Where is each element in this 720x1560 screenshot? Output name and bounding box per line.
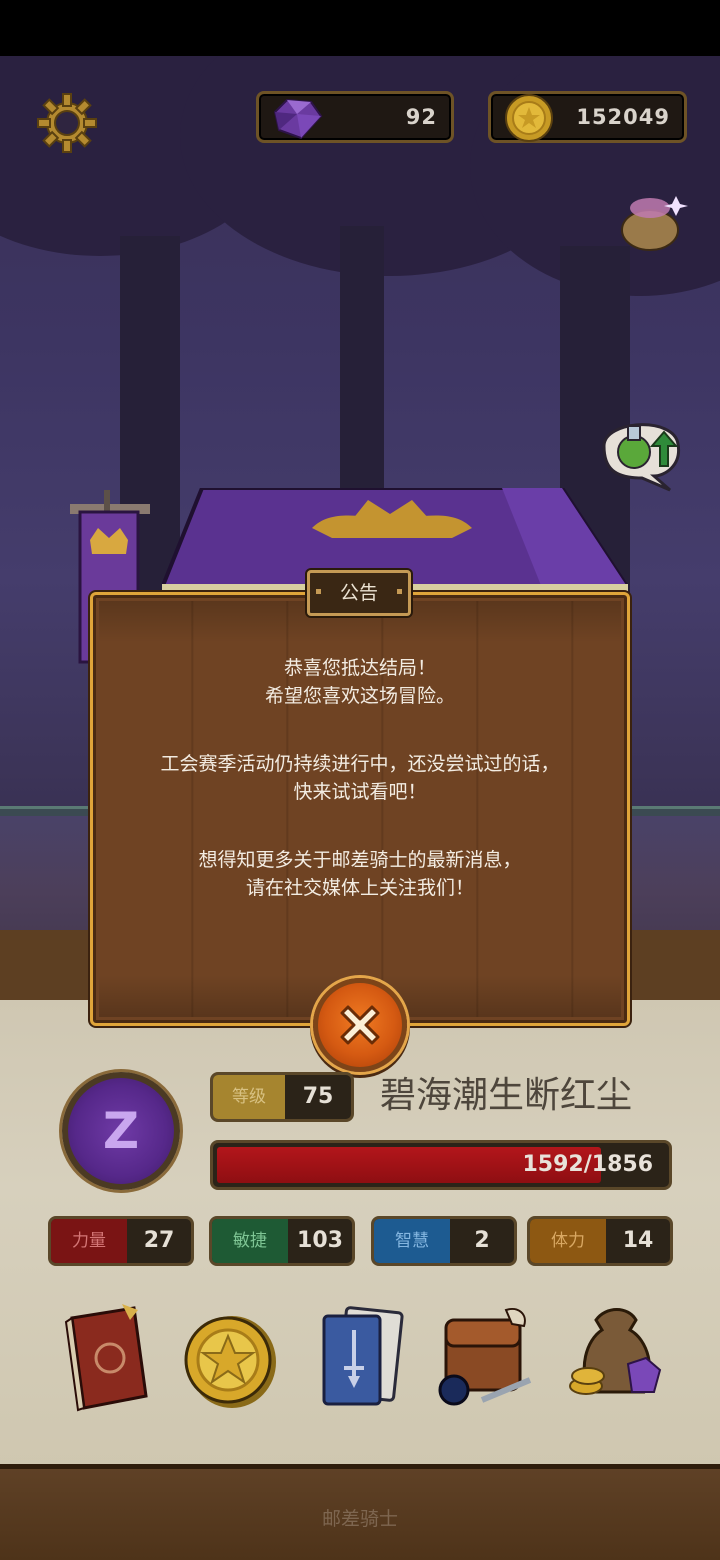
- potion-upgrade-icon[interactable]: [594, 406, 688, 492]
- message-line: 工会赛季活动仍持续进行中，还没尝试过的话，: [160, 753, 560, 775]
- status-bar: [0, 0, 720, 56]
- message-line: 希望您喜欢这场冒险。: [264, 685, 455, 707]
- close-icon: [340, 1005, 380, 1045]
- level-label: 等级: [213, 1075, 285, 1119]
- hp-text: 1592/1856: [522, 1152, 654, 1177]
- game-screen: 92 152049 公告 恭喜您抵达结局！ 希望您喜欢这场冒险。 工会赛季活动仍…: [0, 0, 720, 1560]
- intelligence-label: 智慧: [374, 1219, 450, 1263]
- gold-coin-icon: [503, 92, 555, 144]
- level-value: 75: [302, 1084, 334, 1109]
- message-line: 恭喜您抵达结局！: [283, 657, 436, 679]
- agility-label: 敏捷: [212, 1219, 288, 1263]
- level-badge: 等级 75: [210, 1072, 354, 1122]
- hp-bar: 1592/1856: [210, 1140, 672, 1190]
- vitality-value: 14: [622, 1228, 654, 1253]
- purple-gem-icon: [267, 96, 325, 140]
- quest-book-icon[interactable]: [56, 1300, 156, 1420]
- vitality-label: 体力: [530, 1219, 606, 1263]
- gem-counter[interactable]: 92: [256, 91, 454, 143]
- treasure-sack-icon[interactable]: [566, 1300, 666, 1420]
- coin-count: 152049: [576, 105, 670, 129]
- inventory-bag-icon[interactable]: [432, 1300, 532, 1420]
- dialog-message: 恭喜您抵达结局！ 希望您喜欢这场冒险。 工会赛季活动仍持续进行中，还没尝试过的话…: [110, 654, 610, 902]
- coin-counter[interactable]: 152049: [488, 91, 687, 143]
- card-deck-icon[interactable]: [312, 1300, 412, 1420]
- message-line: 快来试试看吧！: [293, 781, 427, 803]
- loot-bag-icon[interactable]: [612, 186, 692, 252]
- agility-value: 103: [297, 1228, 343, 1253]
- strength-value: 27: [143, 1228, 175, 1253]
- settings-gear-icon[interactable]: [36, 92, 98, 154]
- guild-emblem[interactable]: Z: [62, 1072, 180, 1190]
- star-coin-icon[interactable]: [180, 1300, 280, 1420]
- message-line: 请在社交媒体上关注我们！: [245, 877, 474, 899]
- player-name: 碧海潮生断红尘: [380, 1075, 633, 1116]
- stat-intelligence: 智慧 2: [371, 1216, 517, 1266]
- footer-title: 邮差骑士: [321, 1508, 398, 1530]
- message-line: 想得知更多关于邮差骑士的最新消息，: [198, 849, 522, 871]
- strength-label: 力量: [51, 1219, 127, 1263]
- close-button[interactable]: [313, 978, 407, 1072]
- dialog-title: 公告: [307, 570, 411, 616]
- gem-count: 92: [405, 105, 437, 129]
- stat-vitality: 体力 14: [527, 1216, 673, 1266]
- stat-agility: 敏捷 103: [209, 1216, 355, 1266]
- intelligence-value: 2: [474, 1228, 490, 1253]
- stat-strength: 力量 27: [48, 1216, 194, 1266]
- emblem-letter: Z: [102, 1102, 140, 1160]
